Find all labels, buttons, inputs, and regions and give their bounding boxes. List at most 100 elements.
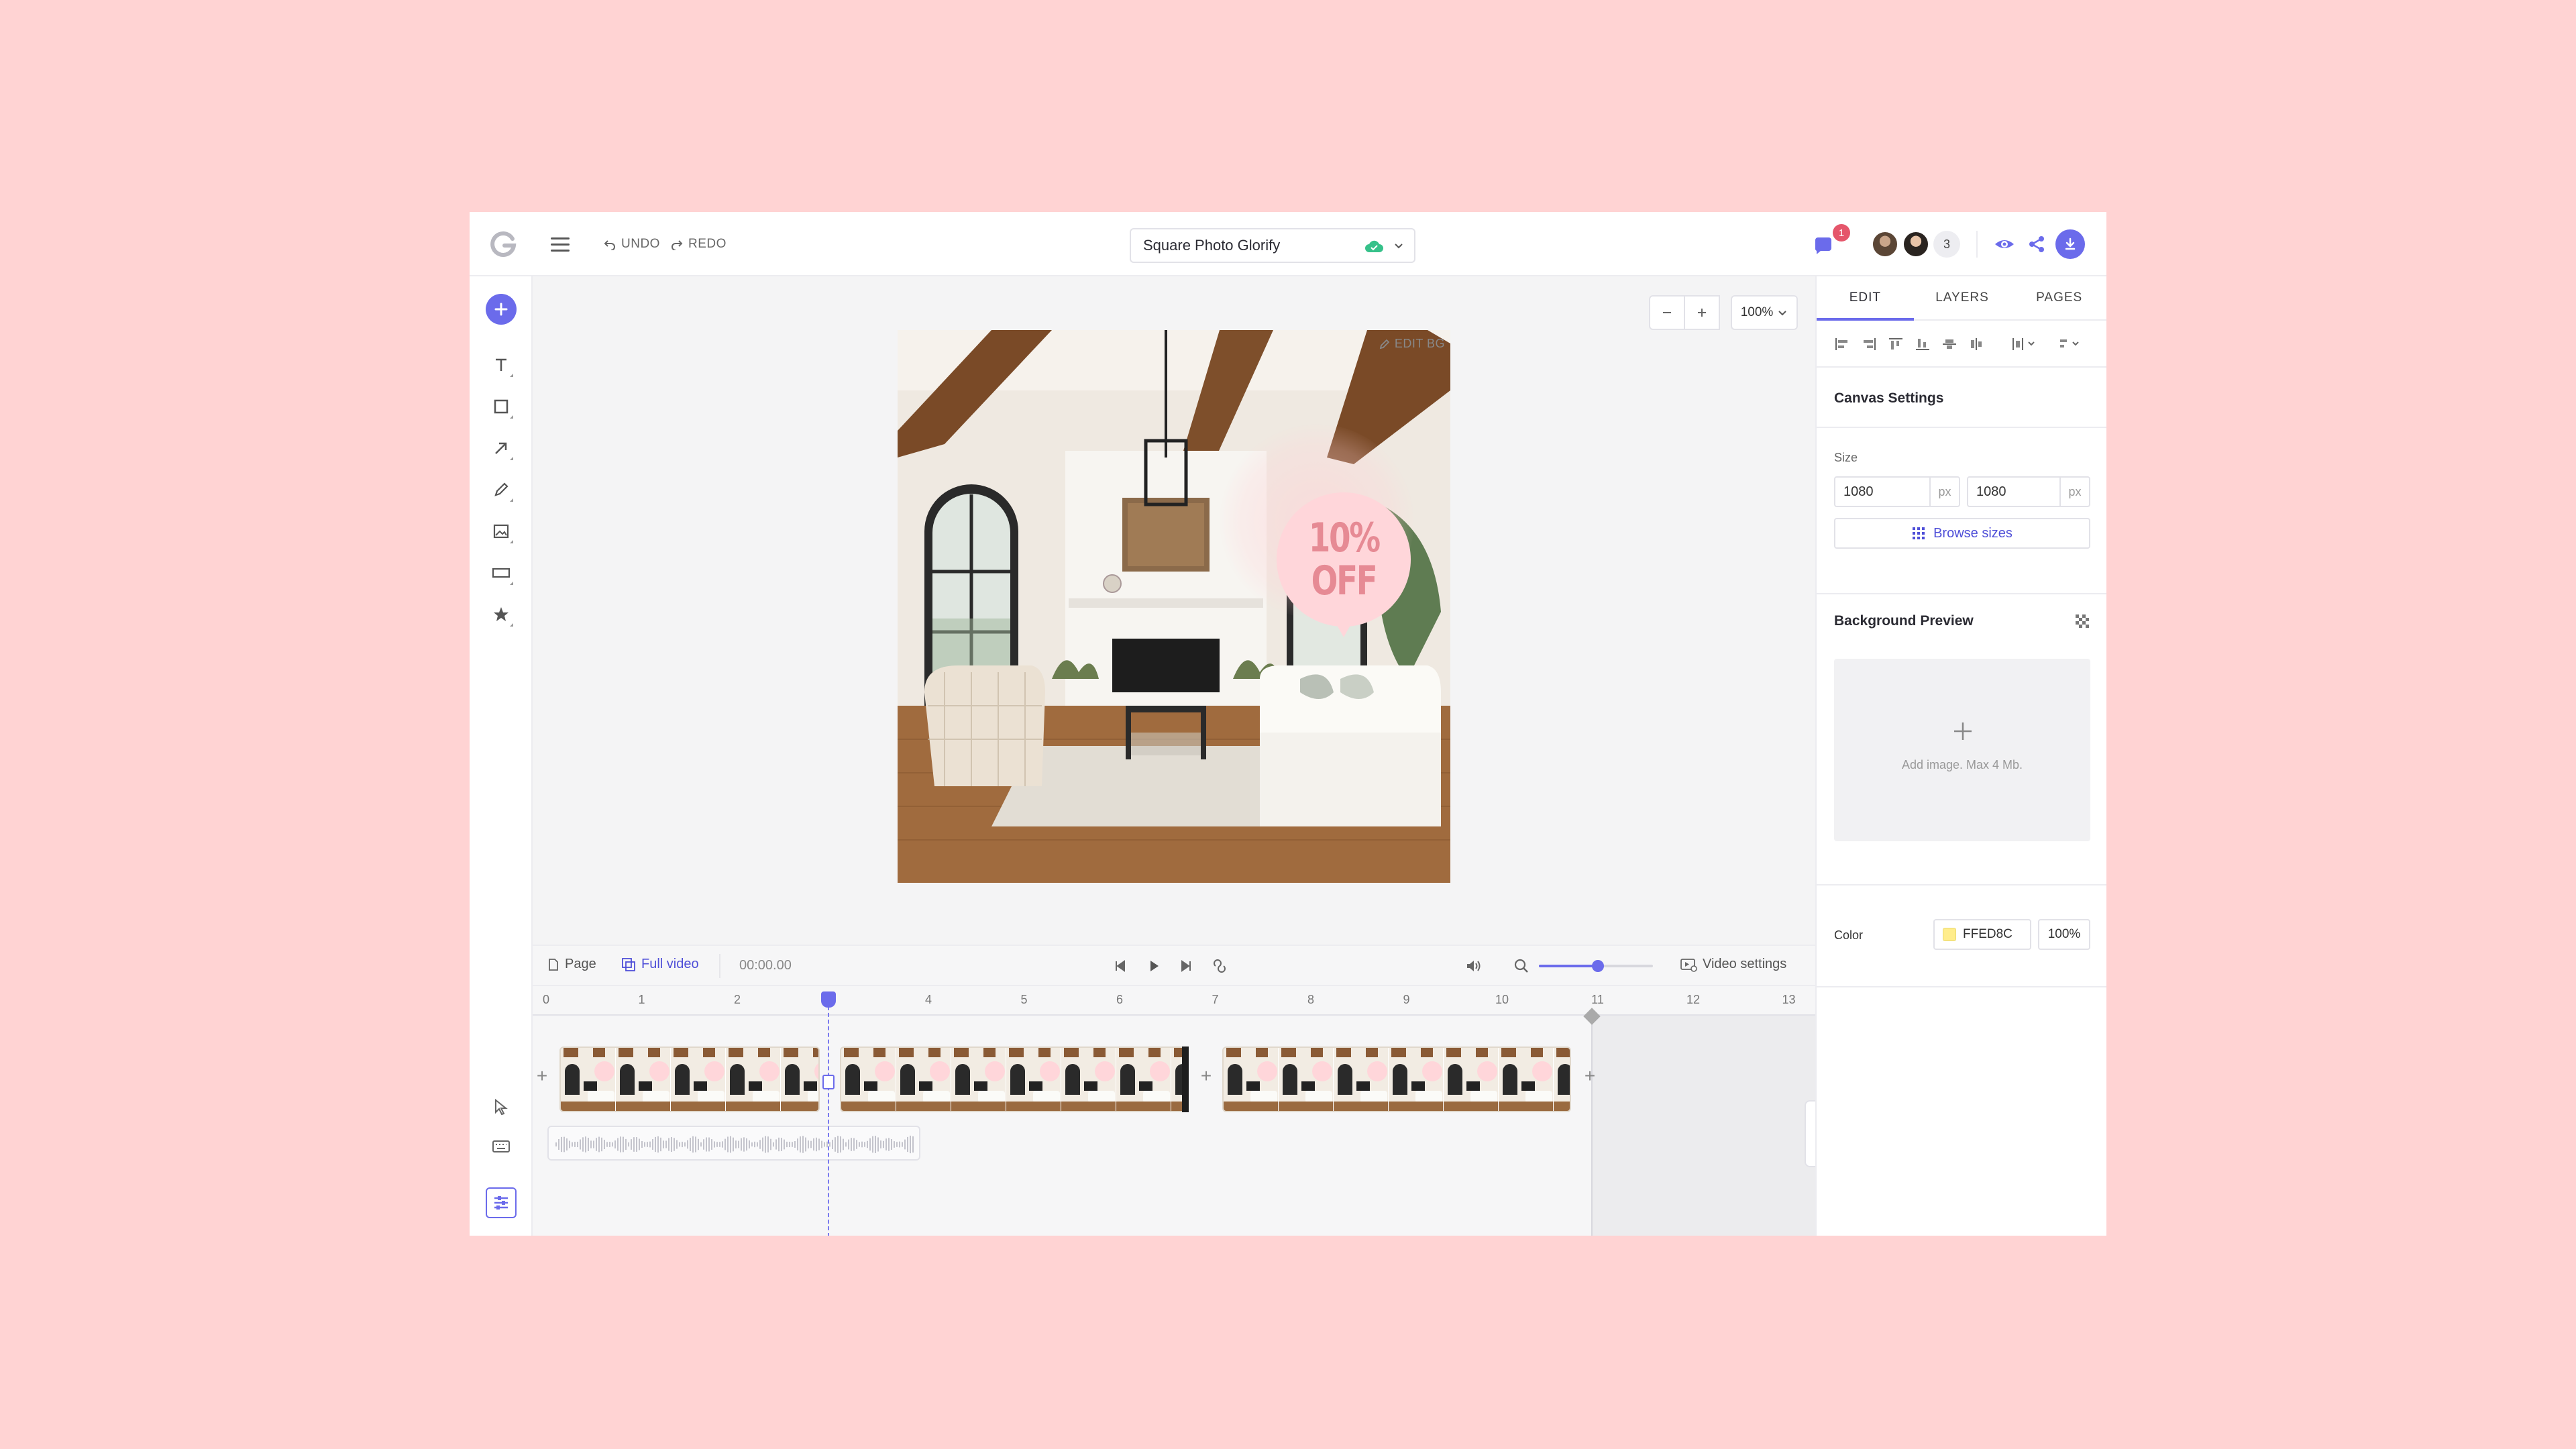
design-artboard[interactable]: EDIT BG 10% OFF	[898, 330, 1450, 883]
align-left-icon[interactable]	[1834, 337, 1850, 352]
skip-forward-icon[interactable]	[1177, 957, 1195, 975]
sale-text-line1: 10%	[1308, 515, 1380, 561]
panel-collapse-handle[interactable]	[1805, 1100, 1815, 1167]
download-button[interactable]	[2055, 229, 2085, 259]
copy-icon	[622, 957, 635, 971]
tab-layers[interactable]: LAYERS	[1914, 276, 2011, 319]
align-middle-icon[interactable]	[1968, 337, 1984, 352]
frame-tool[interactable]	[488, 559, 515, 586]
color-opacity-value: 100%	[2047, 927, 2081, 941]
preview-eye-icon[interactable]	[1992, 232, 2017, 256]
add-clip-button[interactable]: +	[1580, 1065, 1599, 1086]
tab-edit[interactable]: EDIT	[1817, 276, 1914, 321]
keyboard-shortcuts-button[interactable]	[488, 1134, 514, 1159]
divider	[1976, 231, 1978, 258]
play-icon[interactable]	[1144, 957, 1163, 975]
avatar[interactable]	[1872, 231, 1898, 258]
tab-pages[interactable]: PAGES	[2010, 276, 2106, 319]
add-image-hint: Add image. Max 4 Mb.	[1901, 758, 2023, 771]
zoom-level-dropdown[interactable]: 100%	[1731, 295, 1798, 330]
clip-thumbnail	[726, 1048, 781, 1111]
clip-thumbnail	[1444, 1048, 1499, 1111]
edit-background-button[interactable]: EDIT BG	[1379, 337, 1445, 351]
hamburger-menu-button[interactable]	[547, 232, 574, 256]
shape-tool[interactable]	[488, 393, 515, 420]
video-clip[interactable]	[559, 1046, 820, 1112]
background-image-dropzone[interactable]: Add image. Max 4 Mb.	[1834, 659, 2090, 841]
image-tool[interactable]	[488, 518, 515, 545]
video-clip[interactable]	[1222, 1046, 1571, 1112]
select-tool[interactable]	[488, 1094, 514, 1120]
size-label: Size	[1834, 451, 1858, 464]
color-opacity-field[interactable]: 100%	[2038, 919, 2090, 950]
time-ruler[interactable]: 012345678910111213	[533, 987, 1815, 1014]
clip-transition[interactable]	[1182, 1046, 1189, 1112]
arrange-icon[interactable]	[2058, 337, 2085, 352]
browse-sizes-label: Browse sizes	[1933, 525, 2012, 541]
clip-thumbnail	[951, 1048, 1006, 1111]
size-section: Size 1080 px 1080 px Browse sizes	[1817, 428, 2106, 594]
video-settings-button[interactable]: Video settings	[1680, 957, 1786, 972]
slider-fill	[1539, 965, 1599, 967]
height-unit: px	[2059, 478, 2089, 506]
audio-track[interactable]	[547, 1126, 920, 1161]
arrow-tool[interactable]	[488, 435, 515, 462]
add-clip-button[interactable]: +	[1197, 1065, 1216, 1086]
align-top-icon[interactable]	[1888, 337, 1904, 352]
document-title-dropdown[interactable]: Square Photo Glorify	[1130, 228, 1415, 263]
playhead-split-marker[interactable]	[822, 1075, 835, 1089]
sale-text-line2: OFF	[1311, 557, 1378, 604]
add-element-button[interactable]	[486, 294, 517, 325]
distribute-icon[interactable]	[2011, 337, 2038, 352]
skip-back-icon[interactable]	[1111, 957, 1130, 975]
ruler-tick-label: 8	[1307, 993, 1315, 1006]
zoom-out-button[interactable]	[1650, 297, 1685, 329]
volume-icon[interactable]	[1464, 957, 1483, 975]
pencil-icon	[494, 482, 508, 496]
transparency-grid-icon[interactable]	[2074, 613, 2092, 631]
align-center-icon[interactable]	[1941, 337, 1957, 352]
grid-icon	[1913, 527, 1925, 539]
background-preview-title: Background Preview	[1834, 613, 1974, 629]
clip-thumbnail	[1006, 1048, 1061, 1111]
ruler-tick-label: 2	[733, 993, 741, 1006]
elements-tool[interactable]	[488, 601, 515, 628]
playhead-handle[interactable]	[821, 991, 836, 1008]
color-swatch[interactable]	[1943, 928, 1956, 941]
canvas-settings-section: Canvas Settings	[1817, 368, 2106, 428]
app-logo[interactable]	[488, 229, 518, 259]
add-clip-button[interactable]: +	[533, 1065, 551, 1086]
color-hex-field[interactable]: FFED8C	[1933, 919, 2031, 950]
share-icon[interactable]	[2025, 232, 2049, 256]
text-icon	[496, 358, 506, 371]
timeline-zoom-slider[interactable]	[1539, 960, 1653, 972]
collaborator-count[interactable]: 3	[1933, 231, 1960, 258]
align-bottom-icon[interactable]	[1915, 337, 1931, 352]
background-preview-section: Background Preview Add image. Max 4 Mb.	[1817, 594, 2106, 885]
align-right-icon[interactable]	[1861, 337, 1877, 352]
plus-icon	[494, 303, 508, 316]
pen-tool[interactable]	[488, 476, 515, 503]
cursor-icon	[495, 1098, 508, 1116]
undo-button[interactable]: UNDO	[604, 232, 660, 256]
video-clip[interactable]	[840, 1046, 1189, 1112]
playhead-line	[828, 1000, 829, 1236]
timeline-panel: Page Full video 00:00.00 Video settings	[533, 945, 1815, 1236]
ruler-tick-label: 9	[1403, 993, 1410, 1006]
height-field[interactable]: 1080 px	[1967, 476, 2090, 507]
zoom-in-button[interactable]	[1685, 297, 1719, 329]
full-video-button[interactable]: Full video	[621, 957, 699, 972]
avatar[interactable]	[1902, 231, 1929, 258]
page-view-button[interactable]: Page	[547, 957, 596, 972]
page-label: Page	[565, 957, 596, 971]
width-field[interactable]: 1080 px	[1834, 476, 1960, 507]
loop-icon[interactable]	[1209, 957, 1230, 975]
redo-label: REDO	[688, 237, 727, 251]
width-unit: px	[1929, 478, 1959, 506]
text-tool[interactable]	[488, 352, 515, 378]
browse-sizes-button[interactable]: Browse sizes	[1834, 518, 2090, 549]
timeline-toggle-button[interactable]	[486, 1187, 517, 1218]
sale-badge[interactable]: 10% OFF	[1277, 492, 1411, 637]
slider-handle[interactable]	[1592, 960, 1605, 972]
redo-button[interactable]: REDO	[671, 232, 727, 256]
